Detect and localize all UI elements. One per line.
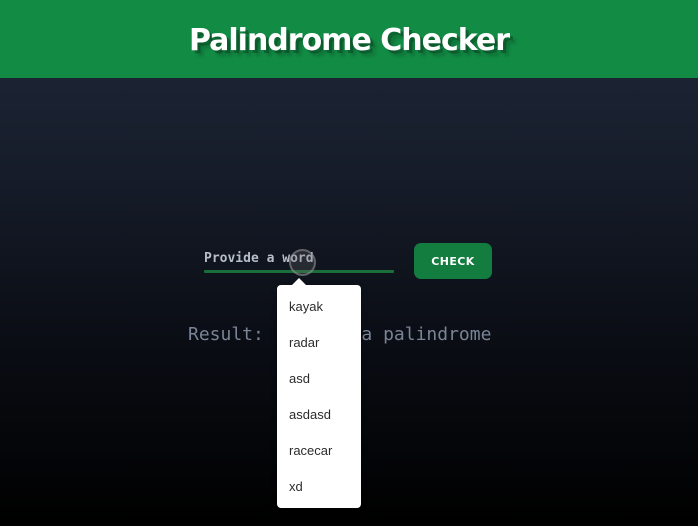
autocomplete-item-kayak[interactable]: kayak bbox=[277, 289, 361, 325]
page-title: Palindrome Checker bbox=[188, 22, 510, 58]
autocomplete-list: kayak radar asd asdasd racecar xd bbox=[277, 285, 361, 505]
autocomplete-dropdown: kayak radar asd asdasd racecar xd bbox=[277, 278, 361, 508]
autocomplete-item-radar[interactable]: radar bbox=[277, 325, 361, 361]
check-button[interactable]: CHECK bbox=[414, 243, 492, 279]
autocomplete-item-xd[interactable]: xd bbox=[277, 469, 361, 505]
autocomplete-item-asdasd[interactable]: asdasd bbox=[277, 397, 361, 433]
autocomplete-item-racecar[interactable]: racecar bbox=[277, 433, 361, 469]
mouse-cursor-indicator bbox=[289, 249, 316, 276]
autocomplete-item-asd[interactable]: asd bbox=[277, 361, 361, 397]
page-header: Palindrome Checker bbox=[0, 0, 698, 78]
